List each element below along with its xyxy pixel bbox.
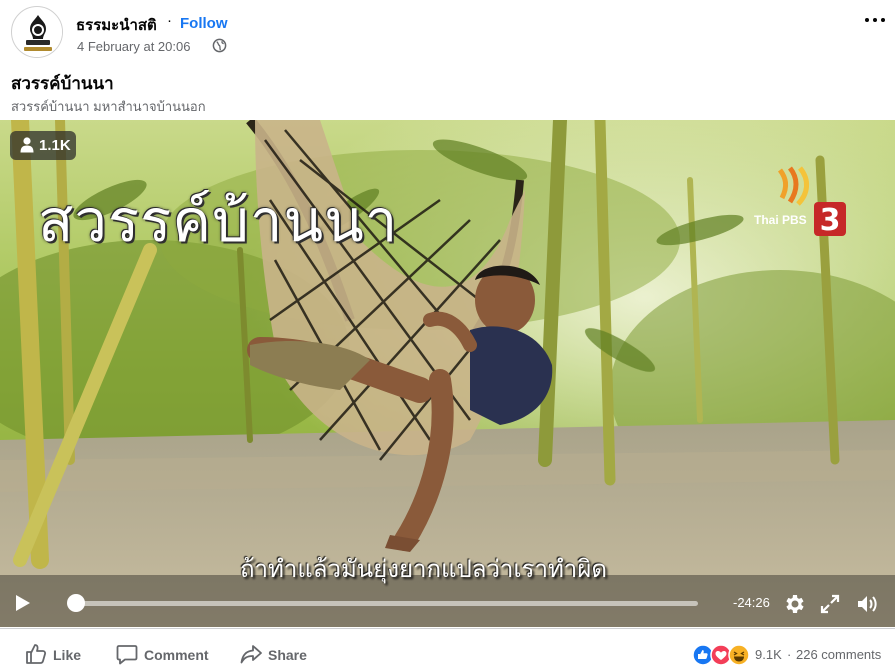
video-subtitle: ถ้าทำแล้วมันยุ่งยากแปลว่าเราทำผิด <box>240 555 607 583</box>
channel-number: 3 <box>820 203 841 238</box>
viewer-count: 1.1K <box>39 137 71 154</box>
comment-bubble-icon <box>116 645 138 665</box>
share-label: Share <box>268 647 307 663</box>
like-label: Like <box>53 647 82 663</box>
share-arrow-icon <box>240 645 262 664</box>
channel-logo: 3 Thai PBS <box>752 164 852 240</box>
person-icon <box>20 137 34 153</box>
like-button[interactable]: Like <box>25 643 95 665</box>
live-viewer-badge: 1.1K <box>10 131 76 160</box>
play-icon[interactable] <box>13 594 31 612</box>
remaining-time: -24:26 <box>733 595 770 610</box>
globe-icon <box>212 38 227 53</box>
header-separator: · <box>167 12 172 29</box>
comment-button[interactable]: Comment <box>116 643 216 665</box>
thumbs-up-icon <box>26 644 47 664</box>
post-description: สวรรค์บ้านนา มหาสำนาจบ้านนอก <box>11 99 206 114</box>
page-name-link[interactable]: ธรรมะนำสติ <box>76 13 157 37</box>
settings-gear-icon[interactable] <box>782 592 806 616</box>
video-controls: -24:26 <box>0 585 895 627</box>
stats-separator: · <box>787 647 792 662</box>
channel-logo-text: Thai PBS <box>754 213 807 227</box>
haha-reaction-icon <box>728 644 750 666</box>
follow-button[interactable]: Follow <box>180 15 228 32</box>
post-timestamp[interactable]: 4 February at 20:06 <box>77 39 190 54</box>
post-header: ธรรมะนำสติ · Follow 4 February at 20:06 <box>0 0 895 64</box>
progress-knob[interactable] <box>67 594 85 612</box>
more-options-button[interactable] <box>862 10 888 30</box>
video-overlay-title: สวรรค์บ้านนา <box>38 187 399 255</box>
reaction-count[interactable]: 9.1K <box>755 647 782 662</box>
comment-label: Comment <box>144 647 209 663</box>
volume-icon[interactable] <box>855 592 879 616</box>
like-reaction-icon <box>692 644 714 666</box>
share-button[interactable]: Share <box>240 643 320 665</box>
fullscreen-icon[interactable] <box>818 592 842 616</box>
progress-track[interactable] <box>76 601 698 606</box>
comment-count[interactable]: 226 comments <box>796 647 881 662</box>
page-avatar[interactable] <box>11 6 63 58</box>
action-divider <box>0 628 895 629</box>
reactions-summary[interactable] <box>692 644 754 666</box>
post-title: สวรรค์บ้านนา <box>11 74 114 93</box>
love-reaction-icon <box>710 644 732 666</box>
